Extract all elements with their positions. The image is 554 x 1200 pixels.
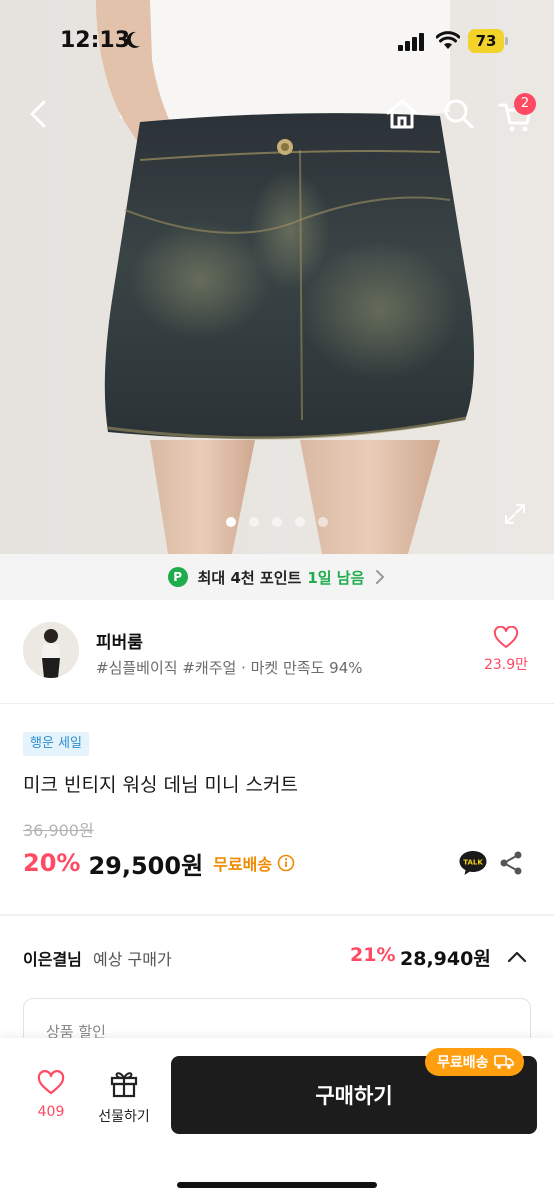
battery-tip [505, 37, 508, 45]
free-shipping-label: 무료배송 [213, 855, 273, 874]
shop-name[interactable]: 피버룸 [96, 628, 143, 653]
free-shipping-tag: 무료배송 [425, 1048, 524, 1076]
gift-button[interactable]: 선물하기 [92, 1068, 156, 1126]
expected-discount-rate: 21% [350, 944, 396, 966]
product-image-gallery[interactable]: 12:13 73 2 [0, 0, 554, 554]
wishlist-button[interactable]: 409 [28, 1070, 74, 1126]
points-banner-text: 최대 4천 포인트 [197, 568, 302, 587]
status-bar: 12:13 73 [0, 0, 554, 80]
pagination-dot[interactable] [295, 517, 305, 527]
wishlist-count: 409 [37, 1104, 65, 1120]
heart-icon [37, 1070, 65, 1095]
search-icon[interactable] [442, 97, 476, 131]
svg-text:TALK: TALK [463, 859, 483, 867]
shop-like-count: 23.9만 [483, 657, 529, 673]
expand-icon[interactable] [503, 502, 527, 526]
gift-icon [110, 1072, 138, 1098]
section-divider [0, 703, 554, 704]
gallery-pagination [226, 517, 328, 527]
pagination-dot[interactable] [318, 517, 328, 527]
discount-rate: 20% [23, 849, 81, 877]
points-banner[interactable]: P 최대 4천 포인트 1일 남음 [0, 554, 554, 600]
home-icon[interactable] [383, 96, 421, 132]
pagination-dot[interactable] [249, 517, 259, 527]
info-icon[interactable] [277, 854, 295, 872]
product-photo [0, 0, 554, 554]
battery-level: 73 [468, 29, 504, 53]
chevron-up-icon[interactable] [505, 946, 529, 968]
status-time: 12:13 [60, 28, 131, 53]
product-detail-page: 12:13 73 2 P 최대 4천 포인트 1일 남음 피버룸 #심플베이직 … [0, 0, 554, 1200]
back-icon[interactable] [22, 96, 58, 132]
signal-icon [398, 33, 424, 51]
user-name: 이은결님 [23, 950, 82, 969]
expected-price: 28,940원 [400, 948, 491, 970]
battery-indicator: 73 [468, 29, 508, 53]
points-banner-deadline: 1일 남음 [307, 568, 365, 587]
buy-button-label: 구매하기 [315, 1084, 393, 1108]
home-indicator [177, 1182, 377, 1188]
price-row: 20% 29,500원 무료배송 [23, 847, 295, 880]
points-badge-icon: P [167, 567, 188, 587]
share-icon[interactable] [498, 850, 524, 876]
expected-price-label: 예상 구매가 [93, 950, 172, 969]
moon-icon [126, 31, 140, 48]
gift-label: 선물하기 [98, 1109, 150, 1125]
shop-tags: #심플베이직 #캐주얼 · 마켓 만족도 94% [96, 659, 363, 677]
shop-avatar[interactable] [23, 622, 79, 678]
original-price: 36,900원 [23, 821, 94, 840]
sale-price: 29,500원 [88, 851, 204, 880]
shop-like-button[interactable]: 23.9만 [478, 626, 534, 676]
product-title: 미크 빈티지 워싱 데님 미니 스커트 [23, 774, 298, 796]
truck-icon [493, 1055, 514, 1069]
heart-icon [493, 626, 519, 648]
cart-count-badge: 2 [514, 93, 536, 115]
chevron-right-icon [376, 570, 385, 584]
wifi-icon [436, 31, 460, 49]
section-divider [0, 914, 554, 916]
free-shipping-tag-label: 무료배송 [437, 1055, 489, 1071]
sale-badge: 행운 세일 [23, 732, 89, 756]
pagination-dot-active[interactable] [226, 517, 236, 527]
pagination-dot[interactable] [272, 517, 282, 527]
kakao-talk-icon[interactable]: TALK [458, 848, 488, 878]
